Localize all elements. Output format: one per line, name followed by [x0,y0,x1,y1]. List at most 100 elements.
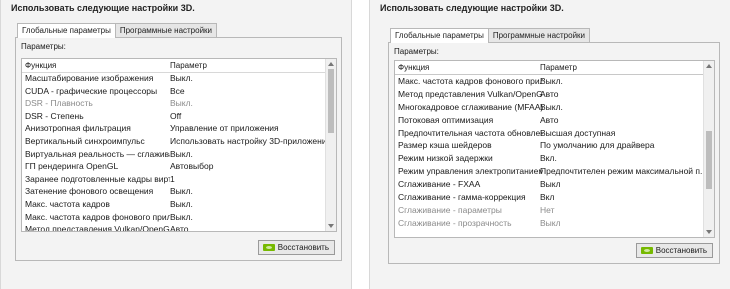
column-header-value[interactable]: Параметр [540,63,577,72]
feature-value[interactable]: Выкл. [540,101,704,114]
tab-bar: Глобальные параметры Программные настрой… [390,28,591,43]
table-row[interactable]: Вертикальный синхроимпульс Использовать н… [22,135,326,148]
table-header: Функция Параметр [22,59,326,73]
feature-value[interactable]: Выкл [540,217,704,230]
table-row[interactable]: Метод представления Vulkan/OpenGL Авто [22,223,326,231]
restore-button-label: Восстановить [277,243,329,252]
feature-name: Многокадровое сглаживание (MFAA) [398,101,543,112]
feature-value[interactable]: Использовать настройку 3D-приложения [170,135,326,148]
feature-value[interactable]: Авто [540,114,704,127]
restore-button[interactable]: Восстановить [257,240,335,255]
table-row[interactable]: Заранее подготовленные кадры вирту... 1 [22,173,326,186]
feature-name: Сглаживание - гамма-коррекция [398,192,526,203]
table-row[interactable]: Метод представления Vulkan/OpenGL Авто [395,88,704,101]
scrollbar-thumb[interactable] [328,69,334,133]
feature-value[interactable]: Нет [540,204,704,217]
table-row[interactable]: CUDA - графические процессоры Все [22,85,326,98]
feature-value[interactable]: Предпочтителен режим максимальной п... [540,165,704,178]
table-row[interactable]: Сглаживание - параметры Нет [395,204,704,217]
restore-button[interactable]: Восстановить [635,243,713,258]
feature-name: Сглаживание - FXAA [398,179,481,190]
table-row[interactable]: Режим управления электропитанием Предпочт… [395,165,704,178]
tab-content: Параметры: Функция Параметр Макс. частот… [388,42,720,264]
feature-name: Вертикальный синхроимпульс [25,135,145,146]
column-header-value[interactable]: Параметр [170,61,207,70]
settings-panel-right: Использовать следующие настройки 3D. Гло… [369,0,730,289]
table-row[interactable]: Виртуальная реальность — сглаживан... Вык… [22,148,326,161]
feature-value[interactable]: 1 [170,173,326,186]
scroll-up-arrow-icon[interactable] [328,62,334,66]
feature-value[interactable]: Выкл. [170,211,326,224]
feature-value[interactable]: Выкл. [170,198,326,211]
feature-value[interactable]: Все [170,85,326,98]
feature-name: Масштабирование изображения [25,73,154,83]
feature-name: ГП рендеринга OpenGL [25,161,119,172]
tab-content: Параметры: Функция Параметр Масштабирова… [15,37,342,261]
table-row[interactable]: Сглаживание - FXAA Выкл [395,178,704,191]
feature-value[interactable]: Управление от приложения [170,122,326,135]
nvidia-logo-icon [262,244,275,251]
feature-value[interactable]: Выкл. [170,72,326,85]
feature-value[interactable]: Off [170,110,326,123]
feature-name: DSR - Плавность [25,98,93,109]
scroll-down-arrow-icon[interactable] [706,230,712,234]
feature-name: Метод представления Vulkan/OpenGL [398,88,543,99]
tab-program-settings[interactable]: Программные настройки [114,23,218,37]
table-row[interactable]: Анизотропная фильтрация Управление от при… [22,122,326,135]
table-row[interactable]: Сглаживание - прозрачность Выкл [395,217,704,230]
tab-global-settings[interactable]: Глобальные параметры [390,28,489,43]
table-header: Функция Параметр [395,61,704,75]
vertical-scrollbar[interactable] [703,61,714,237]
settings-table: Функция Параметр Масштабирование изображ… [21,58,337,232]
table-rows: Макс. частота кадров фонового прило... Вы… [395,74,704,237]
table-row[interactable]: DSR - Плавность Выкл. [22,97,326,110]
scrollbar-thumb[interactable] [706,131,712,189]
scroll-down-arrow-icon[interactable] [328,224,334,228]
tab-global-settings[interactable]: Глобальные параметры [17,23,116,38]
table-row[interactable]: ГП рендеринга OpenGL Автовыбор [22,160,326,173]
column-header-feature[interactable]: Функция [398,63,429,72]
table-row[interactable]: Предпочтительная частота обновлени... Выс… [395,127,704,140]
feature-value[interactable]: Высшая доступная [540,127,704,140]
table-row[interactable]: Макс. частота кадров Выкл. [22,198,326,211]
feature-value[interactable]: Вкл. [540,152,704,165]
table-row[interactable]: Затенение фонового освещения Выкл. [22,185,326,198]
table-row[interactable]: Макс. частота кадров фонового прило... Вы… [395,74,704,88]
feature-name: Режим управления электропитанием [398,166,543,177]
table-row[interactable]: Сглаживание - гамма-коррекция Вкл [395,191,704,204]
feature-name: Затенение фонового освещения [25,186,154,197]
vertical-scrollbar[interactable] [325,59,336,231]
feature-value[interactable]: Выкл. [170,148,326,161]
feature-name: Потоковая оптимизация [398,114,494,125]
feature-value[interactable]: Вкл [540,191,704,204]
table-row[interactable]: Макс. частота кадров фонового прило... Вы… [22,211,326,224]
table-row[interactable]: Размер кэша шейдеров По умолчанию для дра… [395,139,704,152]
column-header-feature[interactable]: Функция [25,61,56,70]
feature-value[interactable]: Выкл. [170,97,326,110]
feature-name: Сглаживание - параметры [398,204,502,215]
feature-value[interactable]: Выкл [540,178,704,191]
feature-name: DSR - Степень [25,110,84,121]
feature-value[interactable]: Автовыбор [170,160,326,173]
feature-name: Предпочтительная частота обновлени... [398,127,543,138]
params-label: Параметры: [394,47,439,56]
table-row[interactable]: Масштабирование изображения Выкл. [22,72,326,85]
feature-value[interactable]: По умолчанию для драйвера [540,139,704,152]
feature-value[interactable]: Выкл. [540,75,704,88]
panel-divider [352,0,369,289]
feature-name: Виртуальная реальность — сглаживан... [25,148,170,159]
table-row[interactable]: Многокадровое сглаживание (MFAA) Выкл. [395,101,704,114]
restore-button-label: Восстановить [655,246,707,255]
nvidia-logo-icon [640,247,653,254]
table-row[interactable]: DSR - Степень Off [22,110,326,123]
settings-table: Функция Параметр Макс. частота кадров фо… [394,60,715,238]
feature-value[interactable]: Авто [170,223,326,231]
table-row[interactable]: Потоковая оптимизация Авто [395,114,704,127]
feature-value[interactable]: Выкл. [170,185,326,198]
feature-name: Сглаживание - прозрачность [398,217,512,228]
tab-program-settings[interactable]: Программные настройки [487,28,591,42]
table-row[interactable]: Режим низкой задержки Вкл. [395,152,704,165]
page-heading: Использовать следующие настройки 3D. [11,3,195,13]
scroll-up-arrow-icon[interactable] [706,64,712,68]
feature-value[interactable]: Авто [540,88,704,101]
